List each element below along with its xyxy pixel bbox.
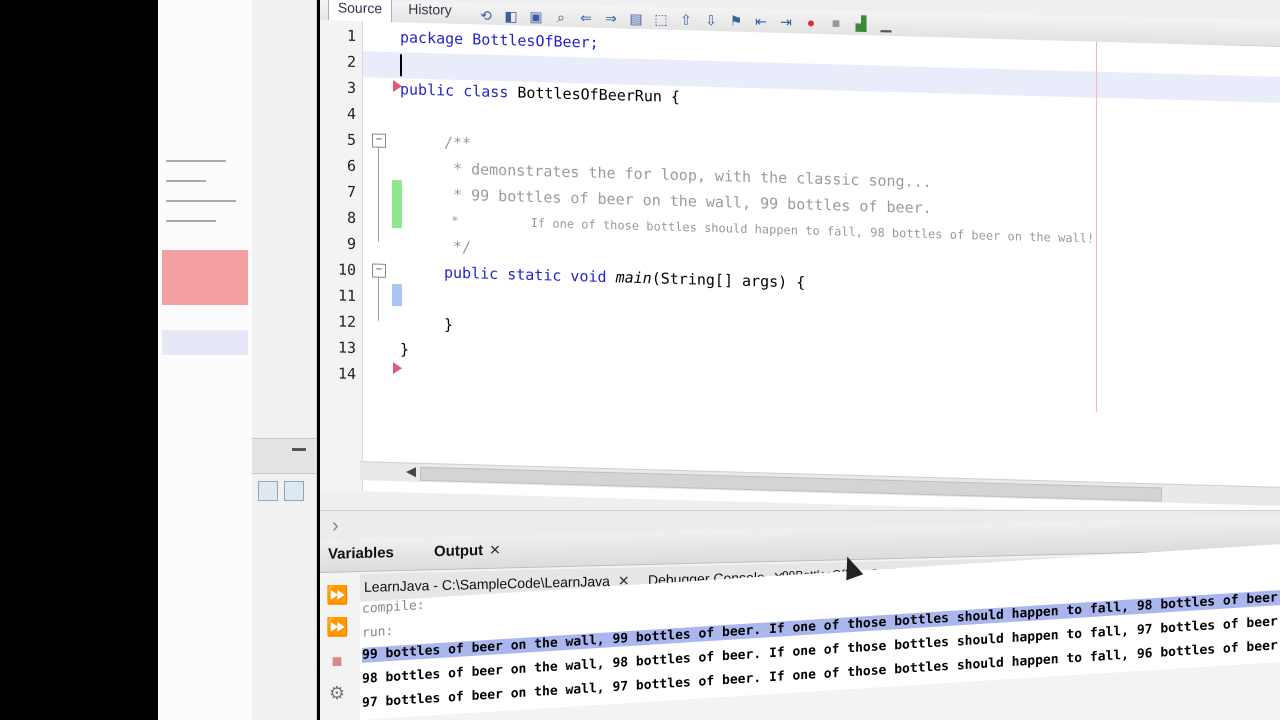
tab-variables[interactable]: Variables [328,544,394,563]
background-window [158,0,254,720]
console-compile: compile: [362,597,425,617]
code-line-7: * 99 bottles of beer on the wall, 99 bot… [444,185,932,218]
tab-output[interactable]: Output ✕ [434,542,501,561]
code-line-1: package BottlesOfBeer; [400,28,599,52]
minimize-icon[interactable] [292,448,306,451]
fold-guide [378,276,379,321]
code-line-9: */ [444,237,472,257]
line-number: 11 [337,286,356,306]
line-number: 4 [346,104,356,124]
line-number-gutter: 1 2 3 4 5 6 7 8 9 10 11 12 13 14 [320,20,363,492]
mini-highlight-blue [162,330,248,355]
code-line-5: /** [444,133,472,153]
breakpoint-marker[interactable] [393,362,402,375]
output-side-toolbar: ⏩ ⏩ ■ ⚙ [320,580,360,720]
find-icon[interactable]: ⌕ [551,7,571,27]
find-previous-icon[interactable]: ⇐ [576,7,596,27]
keyword: public static void [444,263,607,287]
select-icon[interactable]: ⬚ [651,9,671,29]
code-line-13: } [400,340,410,359]
right-margin-guide [1096,41,1097,412]
start-macro-icon[interactable]: ● [801,12,821,32]
toggle-bookmark-icon[interactable]: ⚑ [726,11,746,31]
method-name: main [606,268,652,288]
horizontal-scrollbar[interactable]: ◀ [360,461,1280,506]
code-editor[interactable]: 1 2 3 4 5 6 7 8 9 10 11 12 13 14 − − pac… [320,20,1280,517]
last-edit-icon[interactable]: ⟲ [476,5,496,25]
fold-toggle-icon[interactable]: − [372,263,386,278]
tab-history[interactable]: History [398,0,462,23]
mini-highlight-red [162,250,248,305]
settings-icon[interactable]: ⚙ [326,682,348,704]
find-next-icon[interactable]: ⇒ [601,8,621,28]
line-number: 7 [346,182,356,202]
next-bookmark-icon[interactable]: ⇩ [701,10,721,30]
keyword: public class [400,80,509,102]
ide-window: Source History ⟲ ◧ ▣ ⌕ ⇐ ⇒ ▤ ⬚ ⇧ ⇩ ⚑ ⇤ ⇥… [320,0,1280,720]
change-marker-modified [392,284,402,307]
chevron-right-icon[interactable]: › [332,515,339,538]
scroll-left-icon[interactable]: ◀ [406,463,416,479]
layout-icon[interactable] [284,481,304,501]
console-run: run: [362,623,394,641]
previous-bookmark-icon[interactable]: ⇧ [676,9,696,29]
code-line-6: * demonstrates the for loop, with the cl… [444,159,932,192]
comment-icon[interactable]: ▟ [851,13,871,33]
mini-line [166,180,206,182]
uncomment-icon[interactable]: ▁ [876,14,896,34]
tab-output-label: Output [434,542,484,561]
line-number: 10 [337,260,356,280]
line-number: 6 [346,156,356,176]
mini-line [166,200,236,202]
output-panel: Variables Output ✕ LearnJava - C:\SampleC… [320,516,1280,720]
line-number: 13 [337,338,356,358]
side-panel-header [252,438,316,474]
stop-icon[interactable]: ■ [326,650,348,672]
line-number: 2 [346,52,356,72]
side-panel [252,0,317,720]
rerun-icon[interactable]: ⏩ [326,584,348,606]
background-window-content [158,0,252,720]
line-number: 8 [346,208,356,228]
line-number: 12 [337,312,356,332]
change-marker-added [392,180,402,229]
line-number: 3 [346,78,356,98]
line-number: 1 [346,26,356,46]
side-panel-toolbar [258,478,308,504]
text-caret [400,54,402,77]
line-number: 5 [346,130,356,150]
forward-icon[interactable]: ▣ [526,6,546,26]
back-icon[interactable]: ◧ [501,6,521,26]
line-number: 9 [346,234,356,254]
shift-left-icon[interactable]: ⇤ [751,11,771,31]
close-icon[interactable]: ✕ [489,542,501,558]
fold-toggle-icon[interactable]: − [372,133,386,148]
view-icon[interactable] [258,481,278,501]
rerun-with-params-icon[interactable]: ⏩ [326,616,348,638]
code-line-1-text: package BottlesOfBeer; [400,28,599,52]
code-line-10: public static void main(String[] args) { [444,263,805,291]
code-line-12: } [444,315,454,334]
shift-right-icon[interactable]: ⇥ [776,12,796,32]
method-params: (String[] args) { [651,269,806,292]
tab-variables-label: Variables [328,544,394,563]
stop-macro-icon[interactable]: ■ [826,13,846,33]
fold-guide [378,146,379,242]
mini-line [166,220,216,222]
mini-line [166,160,226,162]
class-name: BottlesOfBeerRun { [508,83,680,107]
line-number: 14 [337,364,356,384]
toggle-highlight-icon[interactable]: ▤ [626,8,646,28]
scrollbar-thumb[interactable] [420,466,1162,502]
code-line-8: * If one of those bottles should happen … [444,213,1095,246]
